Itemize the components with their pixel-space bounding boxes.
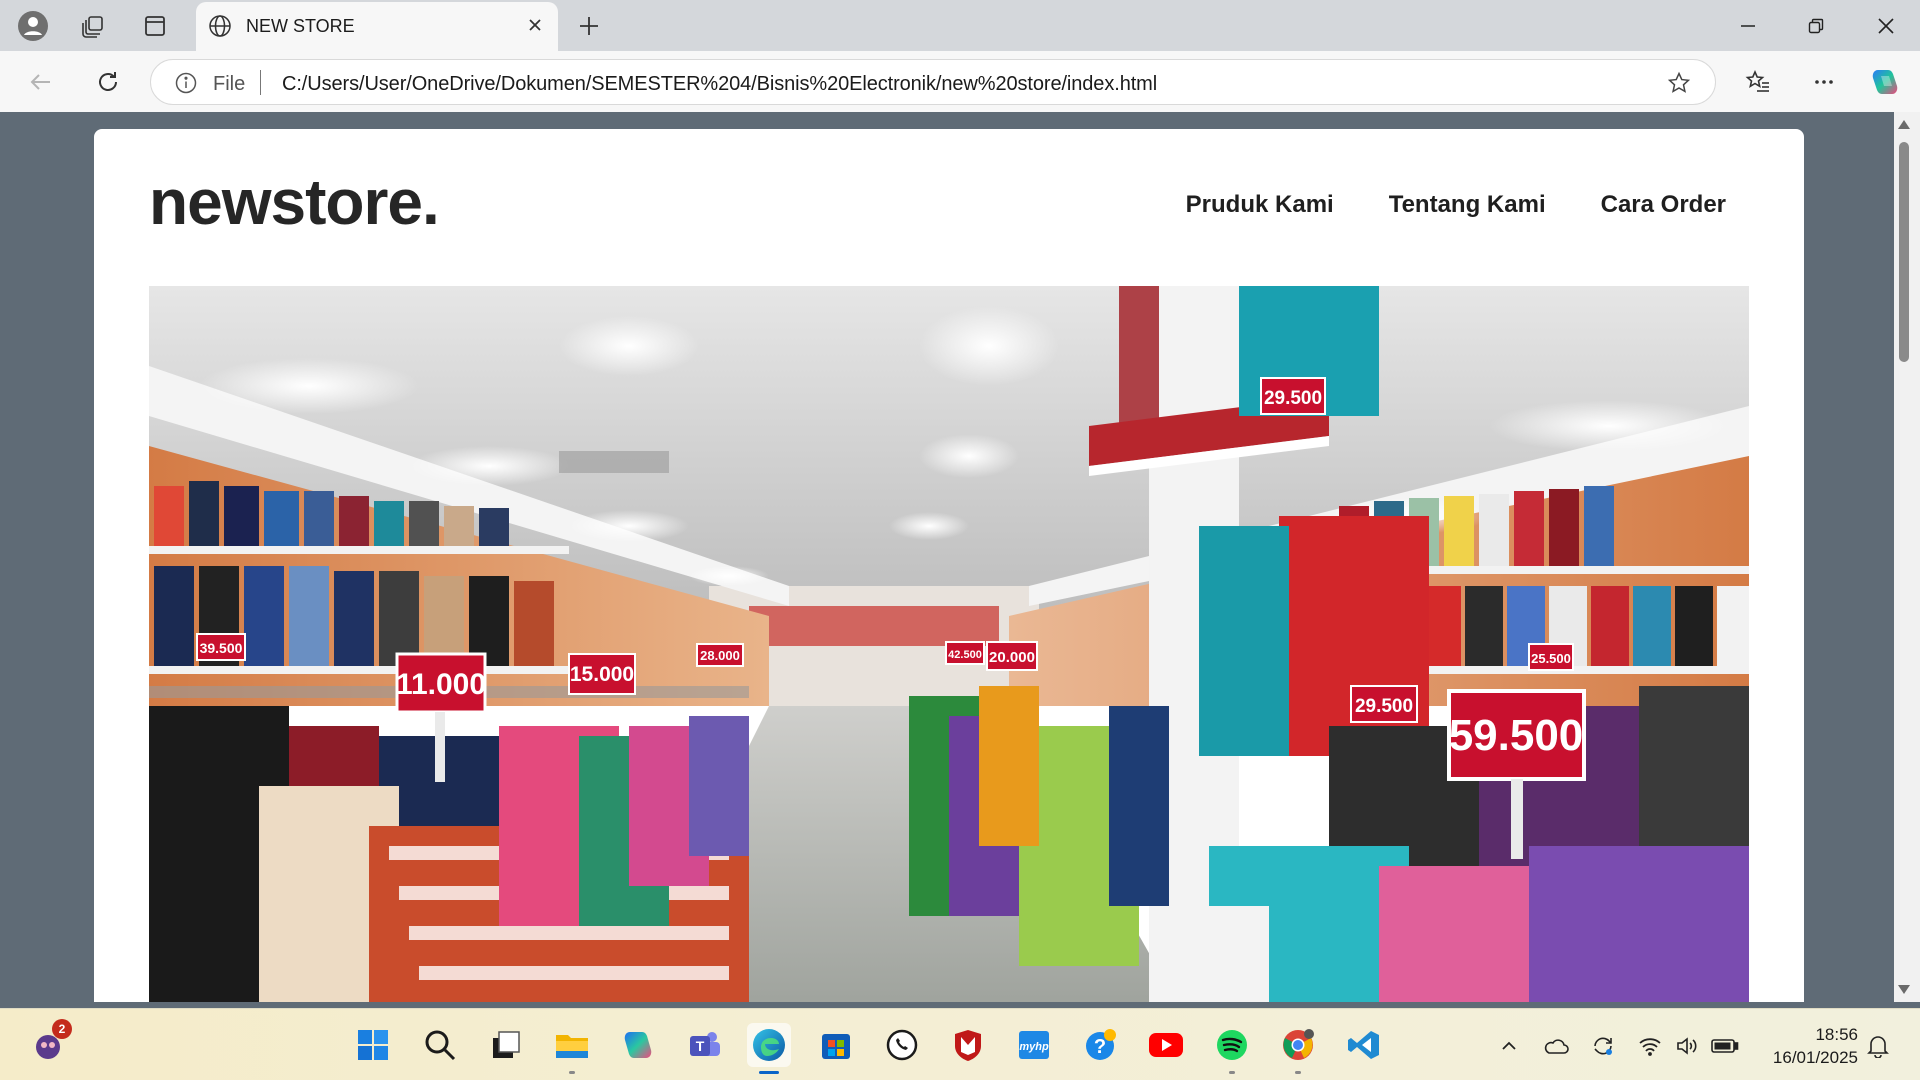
page-viewport: newstore. Pruduk Kami Tentang Kami Cara … bbox=[6, 112, 1894, 1002]
more-options-icon[interactable] bbox=[1805, 63, 1843, 101]
address-bar[interactable]: File C:/Users/User/OneDrive/Dokumen/SEME… bbox=[150, 59, 1716, 105]
minimize-icon[interactable] bbox=[1714, 0, 1782, 51]
favorites-icon[interactable] bbox=[1739, 63, 1777, 101]
close-tab-icon[interactable] bbox=[524, 14, 546, 41]
price-tag: 29.500 bbox=[1264, 388, 1322, 409]
scroll-up-arrow-icon[interactable] bbox=[1898, 120, 1910, 129]
site-info-icon[interactable] bbox=[175, 72, 197, 99]
running-indicator bbox=[569, 1071, 575, 1074]
teams-icon[interactable]: T bbox=[682, 1023, 726, 1067]
onedrive-icon[interactable] bbox=[1541, 1031, 1571, 1061]
tab-title: NEW STORE bbox=[246, 16, 355, 36]
url-text[interactable]: C:/Users/User/OneDrive/Dokumen/SEMESTER%… bbox=[282, 73, 1157, 96]
clock-date: 16/01/2025 bbox=[1772, 1048, 1858, 1067]
new-tab-icon[interactable] bbox=[572, 9, 606, 43]
chrome-icon[interactable] bbox=[1276, 1023, 1320, 1074]
hero-image: 11.000 15.000 20.000 29.500 29.500 59.50… bbox=[149, 286, 1749, 1002]
volume-icon[interactable] bbox=[1672, 1031, 1702, 1061]
widgets-icon[interactable]: 2 bbox=[26, 1019, 72, 1067]
show-hidden-icons-chevron-icon[interactable] bbox=[1494, 1031, 1524, 1061]
scroll-down-arrow-icon[interactable] bbox=[1898, 985, 1910, 994]
store-icon[interactable] bbox=[814, 1023, 858, 1067]
taskbar: 2 T myhp ? 18:56 16/01/2025 bbox=[0, 1008, 1920, 1080]
price-tag: 20.000 bbox=[989, 649, 1035, 666]
running-indicator bbox=[1229, 1071, 1235, 1074]
price-tag: 25.500 bbox=[1531, 651, 1571, 666]
youtube-icon[interactable] bbox=[1144, 1023, 1188, 1067]
edge-icon[interactable] bbox=[747, 1023, 791, 1074]
page-scrollbar[interactable] bbox=[1894, 112, 1914, 1002]
wifi-icon[interactable] bbox=[1635, 1031, 1665, 1061]
back-icon[interactable] bbox=[22, 63, 60, 101]
nav-link-tentang[interactable]: Tentang Kami bbox=[1389, 191, 1546, 219]
url-scheme-label: File bbox=[213, 73, 246, 95]
notification-badge: 2 bbox=[52, 1019, 72, 1039]
vscode-icon[interactable] bbox=[1342, 1023, 1386, 1067]
copilot-app-icon[interactable] bbox=[616, 1023, 660, 1067]
browser-tab-strip: NEW STORE bbox=[0, 0, 1920, 51]
globe-icon bbox=[208, 14, 232, 43]
brand-logo[interactable]: newstore. bbox=[149, 165, 440, 239]
search-icon[interactable] bbox=[418, 1023, 462, 1067]
svg-text:T: T bbox=[696, 1038, 705, 1054]
price-tag: 28.000 bbox=[700, 648, 740, 663]
price-tag: 39.500 bbox=[200, 640, 243, 656]
system-clock[interactable]: 18:56 16/01/2025 bbox=[1773, 1023, 1858, 1069]
price-tag: 29.500 bbox=[1355, 696, 1413, 717]
active-indicator bbox=[759, 1071, 779, 1074]
file-explorer-icon[interactable] bbox=[550, 1023, 594, 1074]
price-tag: 15.000 bbox=[570, 663, 634, 686]
profile-icon[interactable] bbox=[16, 9, 50, 43]
mcafee-icon[interactable] bbox=[946, 1023, 990, 1067]
page-container: newstore. Pruduk Kami Tentang Kami Cara … bbox=[94, 129, 1804, 1002]
window-edge bbox=[1914, 112, 1920, 1002]
favorite-star-icon[interactable] bbox=[1667, 71, 1691, 100]
whatsapp-icon[interactable] bbox=[880, 1023, 924, 1067]
nav-link-produk[interactable]: Pruduk Kami bbox=[1186, 191, 1334, 219]
spotify-icon[interactable] bbox=[1210, 1023, 1254, 1074]
main-nav: Pruduk Kami Tentang Kami Cara Order bbox=[1186, 191, 1726, 219]
vertical-tabs-icon[interactable] bbox=[138, 9, 172, 43]
myhp-icon[interactable]: myhp bbox=[1012, 1023, 1056, 1067]
restore-icon[interactable] bbox=[1782, 0, 1850, 51]
close-window-icon[interactable] bbox=[1852, 0, 1920, 51]
refresh-icon[interactable] bbox=[89, 63, 127, 101]
battery-icon[interactable] bbox=[1710, 1031, 1740, 1061]
running-indicator bbox=[1295, 1071, 1301, 1074]
copilot-icon[interactable] bbox=[1866, 63, 1904, 101]
active-tab[interactable]: NEW STORE bbox=[196, 2, 558, 51]
nav-link-cara-order[interactable]: Cara Order bbox=[1601, 191, 1726, 219]
task-view-icon[interactable] bbox=[484, 1023, 528, 1067]
start-icon[interactable] bbox=[351, 1023, 395, 1067]
sync-icon[interactable] bbox=[1588, 1031, 1618, 1061]
scroll-thumb[interactable] bbox=[1899, 142, 1909, 362]
svg-text:?: ? bbox=[1094, 1036, 1106, 1058]
price-tag: 11.000 bbox=[396, 668, 486, 701]
clock-time: 18:56 bbox=[1815, 1025, 1858, 1044]
notifications-bell-icon[interactable] bbox=[1863, 1031, 1893, 1061]
price-tag: 59.500 bbox=[1449, 711, 1584, 760]
svg-text:myhp: myhp bbox=[1019, 1041, 1049, 1053]
workspaces-icon[interactable] bbox=[76, 9, 110, 43]
browser-toolbar: File C:/Users/User/OneDrive/Dokumen/SEME… bbox=[0, 51, 1920, 112]
get-help-icon[interactable]: ? bbox=[1078, 1023, 1122, 1067]
url-separator bbox=[260, 70, 261, 95]
price-tag: 42.500 bbox=[948, 649, 982, 661]
